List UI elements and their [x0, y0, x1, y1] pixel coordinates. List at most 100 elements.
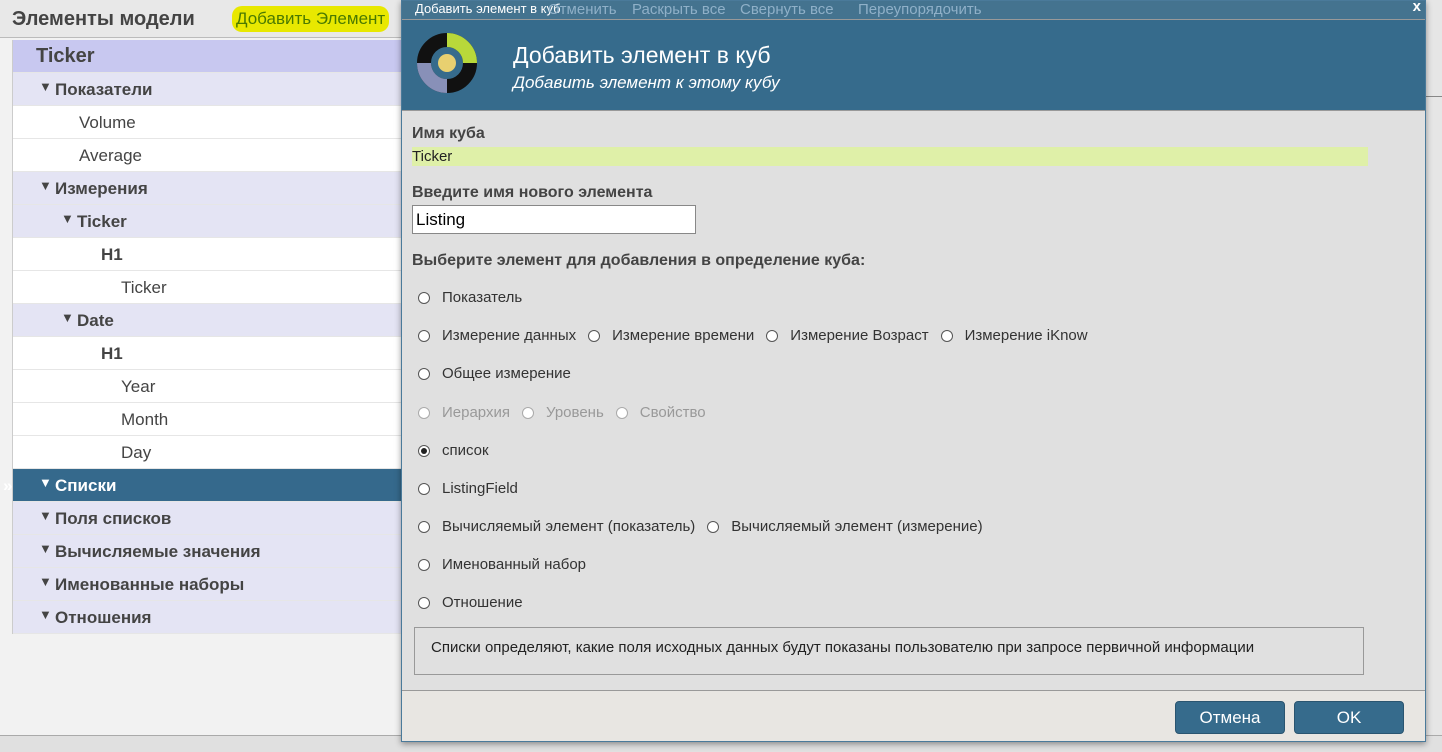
expand-triangle-icon[interactable]: ▼: [39, 469, 55, 497]
tree-item[interactable]: ▼ Отношения: [13, 601, 401, 634]
expand-triangle-icon[interactable]: ▼: [39, 73, 55, 101]
app-logo-icon: [417, 33, 477, 93]
radio-icon[interactable]: [418, 482, 430, 495]
option-row: ListingField: [418, 480, 530, 497]
tree-item-label: Ticker: [77, 212, 127, 231]
dialog-window-title: Добавить элемент в куб: [415, 1, 561, 16]
expand-triangle-icon[interactable]: ▼: [39, 568, 55, 596]
element-type-radio[interactable]: ListingField: [418, 480, 518, 497]
element-type-radio[interactable]: список: [418, 442, 489, 459]
element-type-radio[interactable]: Отношение: [418, 594, 523, 611]
new-element-name-input[interactable]: [412, 205, 696, 234]
tree-item[interactable]: ▼ Поля списков: [13, 502, 401, 535]
element-type-radio: Уровень: [521, 404, 604, 421]
tree-item[interactable]: Month: [13, 403, 401, 436]
element-type-radio[interactable]: Измерение времени: [588, 327, 754, 344]
model-tree: Ticker ▼ Показатели Volume Average ▼ Измерения…: [3, 40, 401, 634]
expand-triangle-icon[interactable]: ▼: [61, 304, 77, 332]
option-row: Показатель: [418, 289, 534, 306]
radio-icon[interactable]: [588, 329, 601, 342]
collapse-all-button[interactable]: Свернуть все: [740, 1, 834, 18]
tree-item[interactable]: » ▼ Списки: [3, 469, 401, 502]
close-icon[interactable]: x: [1413, 0, 1421, 15]
option-row: Вычисляемый элемент (показатель) Вычисляе…: [418, 518, 995, 535]
page-title: Элементы модели: [12, 8, 195, 30]
tree-item[interactable]: H1: [13, 337, 401, 370]
dialog-subtitle: Добавить элемент к этому кубу: [513, 73, 780, 92]
tree-item-label: Показатели: [55, 80, 153, 99]
radio-icon: [418, 406, 430, 419]
tree-item[interactable]: ▼ Ticker: [13, 205, 401, 238]
tree-item[interactable]: Average: [13, 139, 401, 172]
radio-icon[interactable]: [707, 520, 720, 533]
tree-item-label: Month: [121, 410, 169, 429]
dialog-footer: Отмена OK: [402, 690, 1425, 741]
add-element-dialog: Добавить элемент в куб x Добавить элемен…: [401, 0, 1426, 742]
option-row: Измерение данных Измерение времени Измерен…: [418, 327, 1100, 344]
option-row: список: [418, 442, 501, 459]
dialog-title: Добавить элемент в куб: [513, 42, 771, 68]
tree-item-label: Volume: [79, 113, 136, 132]
element-type-radio[interactable]: Общее измерение: [418, 365, 571, 382]
expand-triangle-icon[interactable]: ▼: [39, 535, 55, 563]
tree-item[interactable]: Year: [13, 370, 401, 403]
tree-item-label: H1: [101, 344, 123, 363]
element-type-radio[interactable]: Вычисляемый элемент (показатель): [418, 518, 695, 535]
cancel-button[interactable]: Отмена: [1175, 701, 1285, 734]
tree-item-label: Поля списков: [55, 509, 172, 528]
tree-cube[interactable]: Ticker: [13, 40, 401, 73]
choose-label: Выберите элемент для добавления в опреде…: [412, 252, 866, 269]
expand-triangle-icon[interactable]: ▼: [61, 205, 77, 233]
tree-item-label: Ticker: [121, 278, 167, 297]
tree-item[interactable]: ▼ Измерения: [13, 172, 401, 205]
tree-item-label: Date: [77, 311, 114, 330]
tree-item-label: Day: [121, 443, 152, 462]
radio-icon[interactable]: [418, 520, 430, 533]
tree-item[interactable]: Volume: [13, 106, 401, 139]
element-type-radio[interactable]: Измерение данных: [418, 327, 576, 344]
undo-button[interactable]: Отменить: [548, 1, 617, 18]
new-name-label: Введите имя нового элемента: [412, 184, 653, 201]
ok-button[interactable]: OK: [1294, 701, 1404, 734]
add-element-link[interactable]: Добавить Элемент: [232, 6, 390, 32]
radio-icon[interactable]: [766, 329, 779, 342]
tree-item[interactable]: Ticker: [13, 271, 401, 304]
element-type-radio[interactable]: Показатель: [418, 289, 522, 306]
expand-triangle-icon[interactable]: ▼: [39, 502, 55, 530]
element-type-radio[interactable]: Измерение Возраст: [766, 327, 929, 344]
radio-icon[interactable]: [418, 444, 430, 457]
radio-icon[interactable]: [418, 329, 430, 342]
expand-all-button[interactable]: Раскрыть все: [632, 1, 726, 18]
option-row: Общее измерение: [418, 365, 583, 382]
cube-name-value: Ticker: [412, 147, 1368, 166]
tree-item-label: H1: [101, 245, 123, 264]
tree-item[interactable]: ▼ Вычисляемые значения: [13, 535, 401, 568]
element-type-radio[interactable]: Именованный набор: [418, 556, 586, 573]
radio-icon[interactable]: [418, 367, 430, 380]
tree-item-label: Отношения: [55, 608, 152, 627]
expand-triangle-icon[interactable]: ▼: [39, 601, 55, 629]
radio-icon[interactable]: [940, 329, 953, 342]
reorder-button[interactable]: Переупорядочить: [858, 1, 982, 18]
element-type-radio[interactable]: Вычисляемый элемент (измерение): [707, 518, 983, 535]
expand-triangle-icon[interactable]: ▼: [39, 172, 55, 200]
tree-item-label: Вычисляемые значения: [55, 542, 261, 561]
dialog-header: Добавить элемент в куб Добавить элемент …: [402, 19, 1425, 111]
radio-icon[interactable]: [418, 596, 430, 609]
radio-icon[interactable]: [418, 558, 430, 571]
option-row: Отношение: [418, 594, 535, 611]
tree-item-label: Average: [79, 146, 143, 165]
cube-name-label: Имя куба: [412, 125, 485, 142]
radio-icon[interactable]: [418, 291, 430, 304]
option-row: Иерархия Уровень Свойство: [418, 404, 718, 421]
element-type-radio[interactable]: Измерение iKnow: [940, 327, 1088, 344]
tree-item[interactable]: ▼ Date: [13, 304, 401, 337]
radio-icon: [615, 406, 628, 419]
tree-item-label: Списки: [55, 476, 117, 495]
description-box: Списки определяют, какие поля исходных д…: [414, 627, 1364, 675]
element-type-radio: Иерархия: [418, 404, 510, 421]
tree-item[interactable]: ▼ Именованные наборы: [13, 568, 401, 601]
tree-item[interactable]: Day: [13, 436, 401, 469]
tree-item[interactable]: ▼ Показатели: [13, 73, 401, 106]
tree-item[interactable]: H1: [13, 238, 401, 271]
